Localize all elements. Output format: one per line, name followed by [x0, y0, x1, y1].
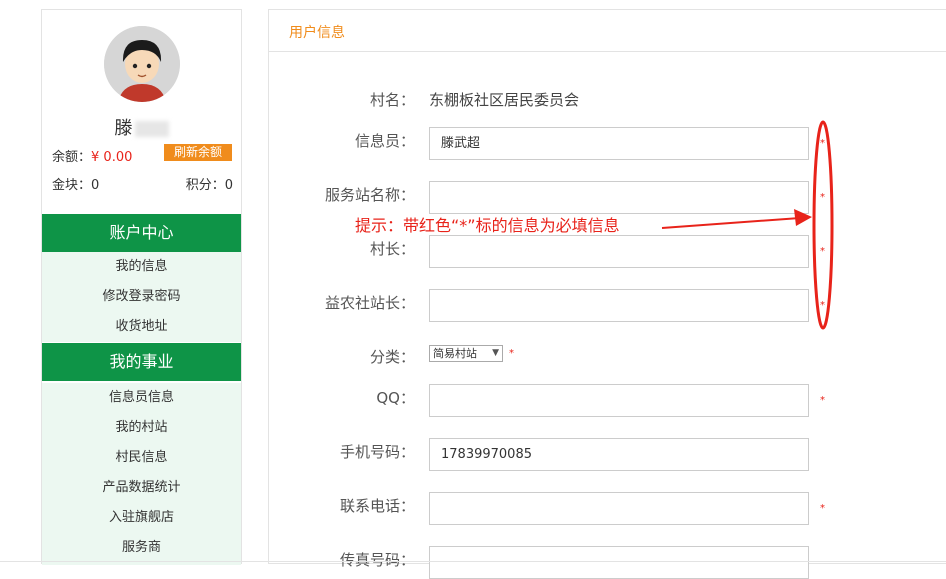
- station-name-field[interactable]: [429, 181, 809, 214]
- refresh-balance-button[interactable]: 刷新余额: [164, 144, 232, 161]
- panel-title: 用户信息: [289, 25, 345, 41]
- sidebar-item-product-stats[interactable]: 产品数据统计: [42, 473, 241, 503]
- gold-count: 金块：0: [52, 178, 100, 193]
- section-my-business[interactable]: 我的事业: [42, 343, 241, 381]
- sidebar-item-my-station[interactable]: 我的村站: [42, 413, 241, 443]
- sidebar-item-change-password[interactable]: 修改登录密码: [42, 282, 241, 312]
- required-hint-annotation: 提示：带红色“*”标的信息为必填信息: [355, 216, 620, 235]
- panel-header: 用户信息: [269, 10, 946, 52]
- qq-field[interactable]: [429, 384, 809, 417]
- sidebar-item-informant-info[interactable]: 信息员信息: [42, 383, 241, 413]
- village-head-label: 村长：: [369, 240, 415, 258]
- dropdown-arrow-icon: ▼: [492, 348, 499, 358]
- required-mark: *: [820, 192, 825, 203]
- user-info-panel: 用户信息 村名： 东棚板社区居民委员会 信息员： 滕武超 * 服务站名称： * …: [268, 9, 946, 579]
- informant-field[interactable]: 滕武超: [429, 127, 809, 160]
- village-value: 东棚板社区居民委员会: [429, 91, 580, 109]
- username-redacted: [134, 121, 169, 137]
- balance-label: 余额：: [52, 150, 92, 165]
- village-label: 村名：: [369, 91, 415, 109]
- phone-field[interactable]: [429, 492, 809, 525]
- fax-label: 传真号码：: [339, 551, 415, 569]
- village-head-field[interactable]: [429, 235, 809, 268]
- yinong-head-label: 益农社站长：: [324, 294, 415, 312]
- category-label: 分类：: [369, 348, 415, 366]
- required-mark: *: [820, 138, 825, 149]
- sidebar-item-flagship-store[interactable]: 入驻旗舰店: [42, 503, 241, 533]
- balance-value: ¥ 0.00: [91, 150, 133, 165]
- account-center-menu: 我的信息 修改登录密码 收货地址: [42, 252, 241, 342]
- username: 滕: [42, 114, 241, 140]
- yinong-head-field[interactable]: [429, 289, 809, 322]
- section-account-center[interactable]: 账户中心: [42, 214, 241, 252]
- required-mark: *: [820, 300, 825, 311]
- fax-field[interactable]: [429, 546, 809, 579]
- balance: 余额：¥ 0.00: [52, 146, 132, 165]
- my-business-menu: 信息员信息 我的村站 村民信息 产品数据统计 入驻旗舰店 服务商: [42, 383, 241, 565]
- username-text: 滕: [114, 118, 133, 139]
- avatar-image: [104, 26, 180, 102]
- informant-label: 信息员：: [354, 132, 415, 150]
- category-selected: 简易村站: [433, 347, 477, 360]
- sidebar-item-my-info[interactable]: 我的信息: [42, 252, 241, 282]
- category-select[interactable]: 简易村站 ▼: [429, 345, 503, 362]
- avatar[interactable]: [104, 26, 180, 102]
- mobile-field[interactable]: 17839970085: [429, 438, 809, 471]
- required-mark: *: [820, 246, 825, 257]
- station-name-label: 服务站名称：: [324, 186, 415, 204]
- sidebar-item-villager-info[interactable]: 村民信息: [42, 443, 241, 473]
- required-mark: *: [820, 395, 825, 406]
- required-mark: *: [820, 503, 825, 514]
- phone-label: 联系电话：: [339, 497, 415, 515]
- sidebar: 滕 余额：¥ 0.00 刷新余额 金块：0 积分：0 账户中心 我的信息 修改登…: [41, 9, 242, 565]
- required-mark: *: [509, 348, 514, 359]
- mobile-label: 手机号码：: [339, 443, 415, 461]
- qq-label: QQ：: [376, 389, 415, 407]
- points-count: 积分：0: [185, 178, 233, 193]
- divider: [0, 561, 946, 562]
- sidebar-item-service-provider[interactable]: 服务商: [42, 533, 241, 563]
- sidebar-item-shipping-address[interactable]: 收货地址: [42, 312, 241, 342]
